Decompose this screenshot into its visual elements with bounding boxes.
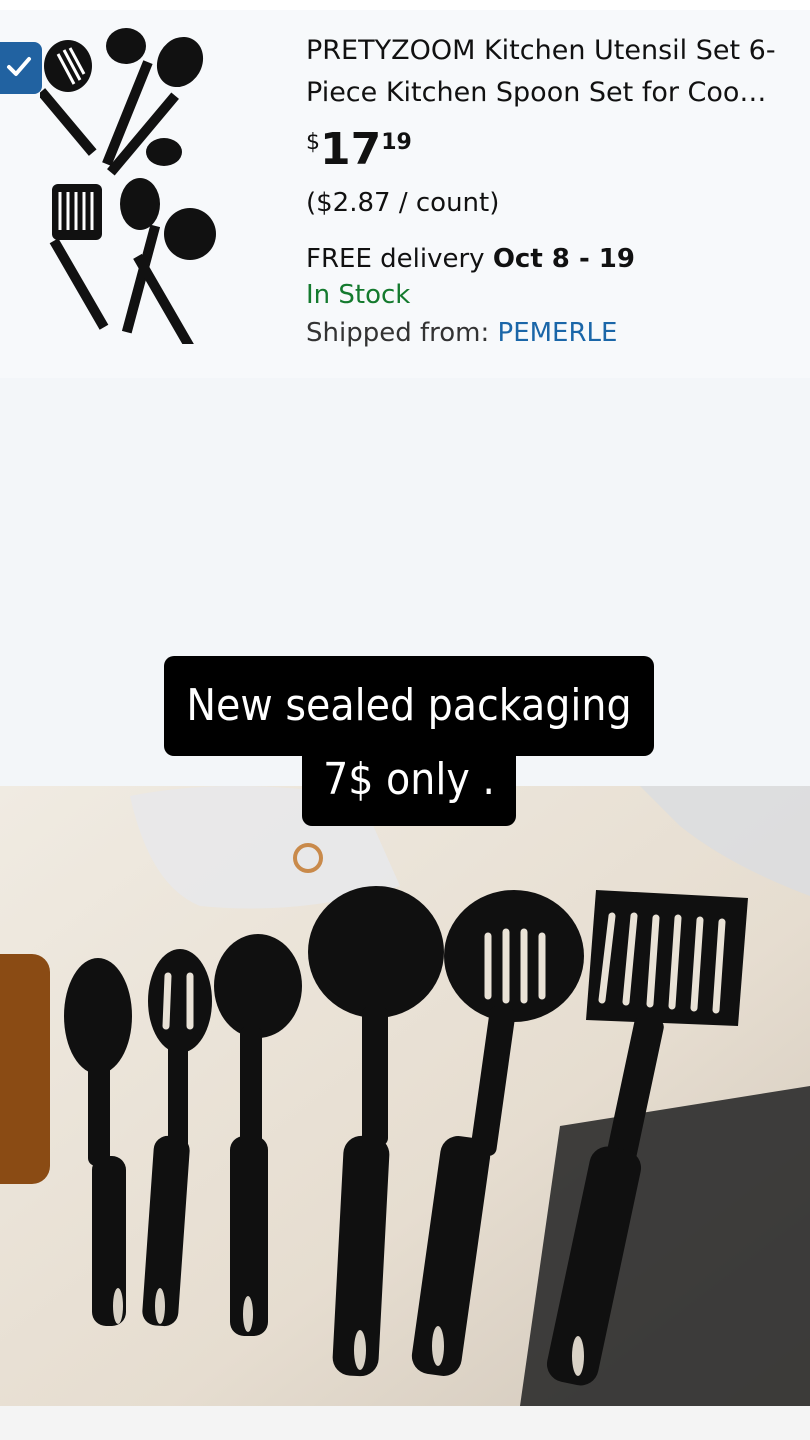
product-info: PRETYZOOM Kitchen Utensil Set 6- Piece K… [306,30,810,348]
utensil-photo [0,786,810,1406]
bottom-divider [0,1406,810,1440]
shipped-label: Shipped from: [306,318,498,348]
price-fraction: 19 [381,130,412,155]
product-title-line1[interactable]: PRETYZOOM Kitchen Utensil Set 6- [306,30,810,72]
delivery-info: FREE delivery Oct 8 - 19 [306,244,810,274]
price-whole: 17 [320,124,382,175]
delivery-dates: Oct 8 - 19 [492,244,635,274]
product-title-line2[interactable]: Piece Kitchen Spoon Set for Coo… [306,72,810,114]
product-title[interactable]: PRETYZOOM Kitchen Utensil Set 6- Piece K… [306,30,810,114]
caption-line2: 7$ only . [302,736,516,826]
unit-price: ($2.87 / count) [306,188,500,218]
kitchen-utensils-thumbnail[interactable] [40,24,230,344]
caption-line2-text: 7$ only . [323,754,495,805]
price-symbol: $ [306,130,320,155]
shipped-from: Shipped from: PEMERLE [306,318,810,348]
delivery-prefix: FREE delivery [306,244,493,274]
stock-status: In Stock [306,280,411,310]
caption-line1-text: New sealed packaging [186,680,632,731]
select-checkbox[interactable] [0,42,42,94]
product-price: $ 17 19 [306,126,810,174]
check-icon [7,57,31,76]
product-card[interactable]: PRETYZOOM Kitchen Utensil Set 6- Piece K… [0,0,810,378]
seller-link[interactable]: PEMERLE [498,318,618,348]
top-divider [0,0,810,10]
utensil-photo-drawing [0,786,810,1406]
